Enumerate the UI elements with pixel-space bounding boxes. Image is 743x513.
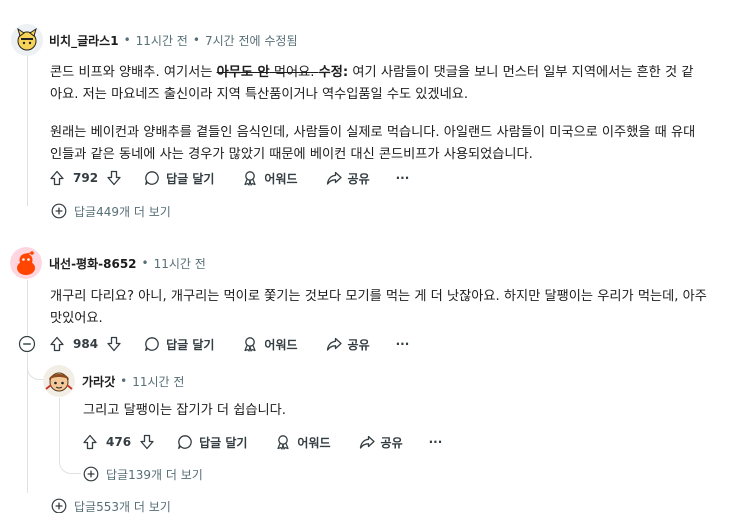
speech-bubble-icon: [145, 171, 159, 186]
more-replies-label: 답글139개 더 보기: [106, 467, 203, 482]
avatar[interactable]: [11, 24, 43, 56]
share-button[interactable]: 공유: [326, 170, 370, 187]
reply-label: 답글 달기: [199, 435, 248, 450]
arrow-up-icon: [83, 434, 97, 450]
more-options-button[interactable]: ···: [429, 435, 443, 449]
more-replies-link[interactable]: 답글553개 더 보기: [51, 498, 171, 513]
comment-line: 아요. 저는 마요네즈 출신이라 지역 특산품이거나 역수입품일 수도 있겠네요…: [50, 87, 469, 102]
timestamp[interactable]: 11시간 전: [132, 373, 184, 390]
comment-meta: 비치_글라스1 • 11시간 전 • 7시간 전에 수정됨: [49, 31, 298, 49]
edited-label: 에 수정됨: [249, 33, 298, 48]
upvote-button[interactable]: [49, 336, 65, 352]
arrow-down-icon: [140, 434, 154, 450]
award-label: 어워드: [297, 435, 331, 450]
vote-count: 792: [73, 171, 99, 185]
share-label: 공유: [380, 435, 403, 450]
username[interactable]: 내선-평화-8652: [49, 255, 137, 272]
award-label: 어워드: [264, 337, 298, 352]
award-button[interactable]: 어워드: [242, 170, 298, 187]
share-arrow-icon: [326, 171, 342, 185]
comment-actions: 792 답글 달기 어워드 공유 ···: [49, 167, 409, 189]
reply-branch-line: [27, 352, 43, 380]
timestamp[interactable]: 11시간 전: [136, 32, 188, 49]
arrow-down-icon: [107, 336, 121, 352]
award-ribbon-icon: [244, 171, 257, 186]
comment-body: 개구리 다리요? 아니, 개구리는 먹이로 쫓기는 것보다 모기를 먹는 게 더…: [50, 286, 740, 330]
reply-label: 답글 달기: [166, 171, 215, 186]
comment-meta: 가라갓 • 11시간 전: [82, 372, 184, 390]
edited-time: 7시간 전: [204, 33, 250, 48]
comment-body: 그리고 달팽이는 잡기가 더 쉽습니다.: [83, 400, 723, 422]
reply-button[interactable]: 답글 달기: [177, 434, 247, 451]
downvote-button[interactable]: [106, 170, 122, 186]
minus-circle-icon[interactable]: [18, 335, 36, 353]
comment-meta: 내선-평화-8652 • 11시간 전: [49, 254, 206, 272]
upvote-button[interactable]: [82, 434, 98, 450]
comment-line: 맛있어요.: [50, 311, 103, 326]
share-button[interactable]: 공유: [359, 434, 403, 451]
comment-body: 콘드 비프와 양배추. 여기서는 아무도 안 먹어요. 수정: 여기 사람들이 …: [50, 62, 740, 166]
more-replies-label: 답글553개 더 보기: [74, 499, 171, 513]
struck-text-2: 먹어요: [269, 65, 311, 80]
plus-circle-icon: [51, 498, 67, 513]
award-label: 어워드: [264, 171, 298, 186]
comment-line: 그리고 달팽이는 잡기가 더 쉽습니다.: [83, 403, 286, 418]
comment-line: 원래는 베이컨과 양배추를 곁들인 음식인데, 사람들이 실제로 먹습니다. 아…: [50, 125, 696, 140]
comment-line: 개구리 다리요? 아니, 개구리는 먹이로 쫓기는 것보다 모기를 먹는 게 더…: [50, 289, 707, 304]
plus-circle-icon: [51, 203, 67, 219]
comment-actions: 984 답글 달기 어워드 공유 ···: [49, 333, 409, 355]
thread-line-comment-1: [27, 56, 28, 206]
thread-line-comment-2: [27, 280, 28, 335]
comment-line: 콘드 비프와 양배추. 여기서는 아무도 안 먹어요. 수정: 여기 사람들이 …: [50, 65, 694, 80]
award-button[interactable]: 어워드: [242, 336, 298, 353]
share-button[interactable]: 공유: [326, 336, 370, 353]
comment-actions: 476 답글 달기 어워드 공유 ···: [82, 431, 442, 453]
share-label: 공유: [347, 171, 370, 186]
separator-dot: •: [141, 256, 149, 270]
more-replies-link[interactable]: 답글139개 더 보기: [83, 466, 203, 482]
arrow-down-icon: [107, 170, 121, 186]
timestamp[interactable]: 11시간 전: [154, 255, 206, 272]
thread-line-reply: [59, 398, 60, 458]
more-replies-label: 답글449개 더 보기: [74, 204, 171, 219]
username[interactable]: 비치_글라스1: [49, 32, 119, 49]
arrow-up-icon: [50, 336, 64, 352]
award-ribbon-icon: [277, 435, 290, 450]
edit-label: 수정:: [318, 65, 349, 80]
separator-dot: •: [192, 33, 200, 47]
avatar[interactable]: [43, 365, 75, 397]
share-label: 공유: [347, 337, 370, 352]
upvote-button[interactable]: [49, 170, 65, 186]
more-options-button[interactable]: ···: [396, 171, 410, 185]
reply-button[interactable]: 답글 달기: [144, 170, 214, 187]
reply-button[interactable]: 답글 달기: [144, 336, 214, 353]
struck-text: 아무도 안: [216, 65, 270, 80]
award-ribbon-icon: [244, 337, 257, 352]
more-options-button[interactable]: ···: [396, 337, 410, 351]
downvote-button[interactable]: [139, 434, 155, 450]
arrow-up-icon: [50, 170, 64, 186]
share-arrow-icon: [359, 435, 375, 449]
speech-bubble-icon: [178, 435, 192, 450]
avatar[interactable]: [10, 247, 42, 279]
comment-line: 인들과 같은 동네에 사는 경우가 많았기 때문에 베이컨 대신 콘드비프가 사…: [50, 147, 533, 162]
more-replies-link[interactable]: 답글449개 더 보기: [51, 203, 171, 219]
username[interactable]: 가라갓: [82, 373, 115, 390]
speech-bubble-icon: [145, 337, 159, 352]
share-arrow-icon: [326, 337, 342, 351]
separator-dot: •: [123, 33, 131, 47]
award-button[interactable]: 어워드: [275, 434, 331, 451]
downvote-button[interactable]: [106, 336, 122, 352]
separator-dot: •: [120, 374, 128, 388]
reply-label: 답글 달기: [166, 337, 215, 352]
vote-count: 984: [73, 337, 99, 351]
plus-circle-icon: [83, 466, 99, 482]
vote-count: 476: [106, 435, 132, 449]
more-replies-branch-line-reply: [59, 452, 81, 474]
